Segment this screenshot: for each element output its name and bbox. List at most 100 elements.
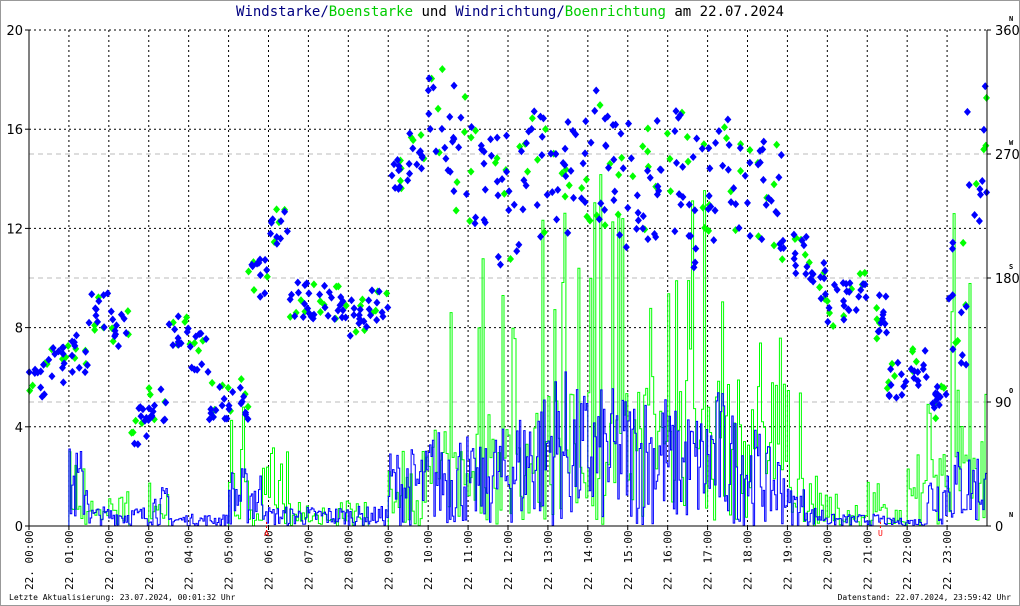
wind-direction-point (617, 129, 625, 138)
compass-label: S (1009, 263, 1013, 271)
wind-direction-point (712, 138, 720, 147)
wind-direction-point (446, 112, 454, 121)
wind-direction-point (671, 127, 679, 136)
wind-direction-point (538, 132, 546, 141)
wind-direction-point (487, 135, 495, 144)
wind-direction-point (791, 249, 799, 258)
wind-direction-point (977, 190, 985, 199)
wind-direction-point (933, 382, 941, 391)
wind-direction-point (980, 125, 988, 134)
gust-direction-point (959, 238, 967, 247)
wind-direction-point (633, 224, 641, 233)
wind-direction-point (883, 328, 891, 337)
x-tick-label: 22. 04:00 (183, 530, 196, 590)
gust-direction-point (145, 384, 153, 393)
gust-direction-point (316, 307, 324, 316)
wind-direction-point (450, 81, 458, 90)
gust-direction-point (467, 133, 475, 142)
wind-direction-point (463, 190, 471, 199)
gust-direction-point (873, 334, 881, 343)
wind-direction-point (480, 159, 488, 168)
x-tick-label: 22. 15:00 (622, 530, 635, 590)
x-tick-label: 22. 03:00 (143, 530, 156, 590)
wind-direction-point (346, 331, 354, 340)
wind-direction-point (894, 358, 902, 367)
x-tick-label: 22. 09:00 (382, 530, 395, 590)
y-tick-label-right: 270 (995, 148, 1020, 163)
wind-direction-point (965, 180, 973, 189)
wind-direction-point (597, 199, 605, 208)
x-tick-label: 22. 19:00 (781, 530, 794, 590)
x-tick-label: 22. 07:00 (302, 530, 315, 590)
wind-direction-point (75, 363, 83, 372)
gust-direction-point (746, 145, 754, 154)
gust-direction-point (618, 153, 626, 162)
y-tick-label-left: 8 (15, 322, 23, 337)
wind-direction-point (553, 215, 561, 224)
wind-direction-point (198, 360, 206, 369)
wind-direction-point (404, 176, 412, 185)
x-tick-label: 22. 16:00 (662, 530, 675, 590)
wind-direction-point (88, 290, 96, 299)
sun-marker-label: U (878, 529, 883, 538)
gust-direction-point (773, 140, 781, 149)
wind-direction-point (862, 293, 870, 302)
gust-direction-point (932, 414, 940, 423)
gust-direction-point (358, 295, 366, 304)
wind-direction-point (503, 131, 511, 140)
compass-label: N (1009, 511, 1013, 519)
wind-direction-point (365, 296, 373, 305)
y-tick-label-right: 0 (995, 520, 1003, 535)
wind-direction-point (481, 185, 489, 194)
x-tick-label: 22. 01:00 (63, 530, 76, 590)
wind-direction-point (48, 372, 56, 381)
gust-direction-point (639, 142, 647, 151)
wind-direction-point (316, 290, 324, 299)
wind-direction-point (963, 107, 971, 116)
data-status-text: Datenstand: 22.07.2024, 23:59:42 Uhr (837, 593, 1011, 602)
wind-direction-point (762, 200, 770, 209)
x-tick-label: 22. 18:00 (742, 530, 755, 590)
wind-direction-point (619, 164, 627, 173)
wind-direction-point (236, 383, 244, 392)
wind-direction-point (505, 206, 513, 215)
wind-direction-point (218, 401, 226, 410)
wind-direction-point (693, 134, 701, 143)
gust-direction-point (720, 123, 728, 132)
wind-direction-point (653, 116, 661, 125)
wind-direction-point (922, 373, 930, 382)
gust-direction-point (614, 210, 622, 219)
gust-direction-point (438, 65, 446, 74)
wind-direction-point (564, 117, 572, 126)
wind-direction-point (294, 278, 302, 287)
wind-direction-point (442, 154, 450, 163)
y-tick-label-right: 180 (995, 272, 1020, 287)
gust-direction-point (891, 372, 899, 381)
gust-direction-point (310, 280, 318, 289)
wind-direction-point (82, 347, 90, 356)
wind-direction-point (824, 317, 832, 326)
x-tick-label: 22. 10:00 (422, 530, 435, 590)
wind-direction-point (570, 193, 578, 202)
gust-direction-point (578, 184, 586, 193)
wind-direction-point (975, 216, 983, 225)
y-tick-label-left: 16 (6, 123, 23, 138)
last-update-text: Letzte Aktualisierung: 23.07.2024, 00:01… (9, 593, 236, 602)
wind-direction-point (368, 286, 376, 295)
wind-direction-point (627, 154, 635, 163)
wind-direction-point (978, 177, 986, 186)
x-tick-label: 22. 17:00 (702, 530, 715, 590)
wind-direction-point (494, 191, 502, 200)
wind-direction-point (261, 255, 269, 264)
wind-direction-point (792, 261, 800, 270)
gust-direction-point (263, 272, 271, 281)
gust-direction-point (417, 131, 425, 140)
wind-direction-point (350, 304, 358, 313)
wind-direction-point (942, 390, 950, 399)
wind-direction-point (760, 137, 768, 146)
gust-direction-point (912, 357, 920, 366)
wind-direction-point (519, 205, 527, 214)
wind-direction-point (107, 307, 115, 316)
wind-direction-point (882, 292, 890, 301)
x-tick-label: 22. 21:00 (861, 530, 874, 590)
